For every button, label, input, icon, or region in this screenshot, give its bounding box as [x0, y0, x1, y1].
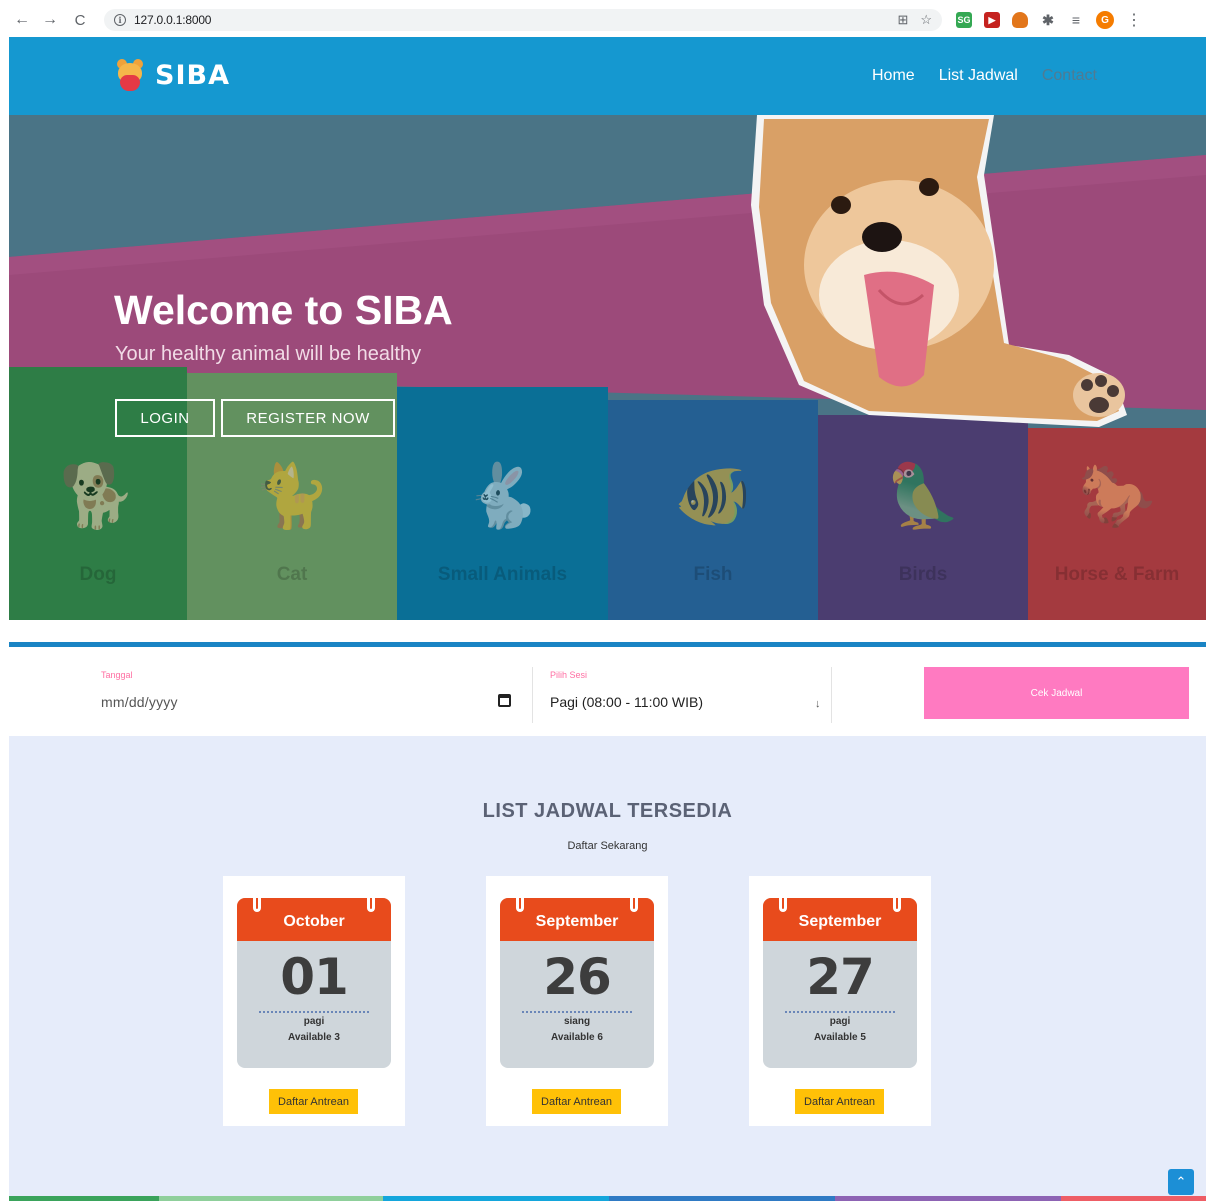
forward-icon[interactable]: → [38, 8, 62, 32]
shiba-dog-image [751, 115, 1127, 427]
date-input[interactable]: mm/dd/yyyy [101, 694, 178, 710]
calendar-available: Available 6 [551, 1032, 603, 1043]
extension-sg-icon[interactable]: SG [956, 12, 972, 28]
calendar-day: 26 [543, 948, 612, 1006]
footer-color-stripes [9, 1196, 1206, 1201]
profile-avatar[interactable]: G [1096, 11, 1114, 29]
schedule-search-form: Tanggal mm/dd/yyyy Pilih Sesi Pagi (08:0… [9, 647, 1206, 736]
url-text: 127.0.0.1:8000 [134, 13, 212, 27]
shiba-logo-icon [115, 59, 145, 91]
calendar-icon[interactable] [498, 694, 511, 707]
tanggal-label: Tanggal [101, 670, 133, 680]
site-header: SIBA Home List Jadwal Contact [9, 37, 1206, 115]
arrow-down-icon[interactable]: ↓ [815, 698, 821, 710]
footer-stripe [609, 1196, 835, 1201]
nav-contact[interactable]: Contact [1042, 67, 1097, 85]
kebab-menu-icon[interactable]: ⋮ [1126, 10, 1142, 30]
page-viewport: SIBA Home List Jadwal Contact 🐕 Dog 🐈 Cat 🐇 S… [9, 37, 1206, 1201]
footer-stripe [835, 1196, 1061, 1201]
address-bar[interactable]: i 127.0.0.1:8000 ⊞ ☆ [104, 9, 942, 31]
schedule-card: October 01 pagi Available 3 Daftar Antre… [223, 876, 405, 1126]
nav-home[interactable]: Home [872, 67, 915, 85]
playlist-icon[interactable]: ≡ [1068, 12, 1084, 28]
info-icon[interactable]: i [114, 14, 126, 26]
calendar-day: 27 [806, 948, 875, 1006]
translate-icon[interactable]: ⊞ [897, 12, 908, 28]
brand-name: SIBA [155, 59, 230, 91]
calendar-session: pagi [829, 1016, 851, 1027]
footer-stripe [159, 1196, 383, 1201]
calendar-icon: October 01 pagi Available 3 [237, 898, 391, 1068]
schedule-card: September 26 siang Available 6 Daftar An… [486, 876, 668, 1126]
field-divider [831, 667, 832, 723]
field-divider [532, 667, 533, 723]
main-nav: Home List Jadwal Contact [872, 67, 1097, 85]
back-icon[interactable]: ← [10, 8, 34, 32]
section-subtitle: Daftar Sekarang [567, 840, 648, 852]
schedule-card: September 27 pagi Available 5 Daftar Ant… [749, 876, 931, 1126]
nav-list-jadwal[interactable]: List Jadwal [939, 67, 1018, 85]
calendar-day: 01 [280, 948, 349, 1006]
calendar-icon: September 27 pagi Available 5 [763, 898, 917, 1068]
hero-subtitle: Your healthy animal will be healthy [115, 343, 422, 365]
brand[interactable]: SIBA [115, 59, 230, 91]
calendar-available: Available 3 [288, 1032, 340, 1043]
extension-badge: SG [957, 15, 971, 25]
hero: 🐕 Dog 🐈 Cat 🐇 Small Animals 🐠 Fish 🦜 Birds 🐎 Horse … [9, 115, 1206, 620]
schedule-section: LIST JADWAL TERSEDIA Daftar Sekarang Oct… [9, 736, 1206, 1201]
daftar-antrean-button[interactable]: Daftar Antrean [795, 1089, 884, 1114]
daftar-antrean-button[interactable]: Daftar Antrean [532, 1089, 621, 1114]
calendar-session: siang [563, 1016, 591, 1027]
section-title: LIST JADWAL TERSEDIA [482, 800, 733, 822]
cek-jadwal-button[interactable]: Cek Jadwal [924, 667, 1189, 719]
register-now-button[interactable]: REGISTER NOW [221, 399, 395, 437]
footer-stripe [383, 1196, 609, 1201]
calendar-session: pagi [303, 1016, 325, 1027]
sesi-select[interactable]: Pagi (08:00 - 11:00 WIB) [550, 694, 703, 710]
footer-stripe [1061, 1196, 1206, 1201]
login-button[interactable]: LOGIN [115, 399, 215, 437]
puzzle-icon[interactable]: ✱ [1040, 12, 1056, 28]
footer-stripe [9, 1196, 159, 1201]
hero-title: Welcome to SIBA [114, 287, 453, 333]
extension-video-icon[interactable]: ▶ [984, 12, 1000, 28]
scroll-to-top-icon[interactable]: ⌃ [1168, 1169, 1194, 1195]
browser-toolbar: ← → C i 127.0.0.1:8000 ⊞ ☆ SG ▶ ✱ ≡ G ⋮ [0, 0, 1206, 40]
daftar-antrean-button[interactable]: Daftar Antrean [269, 1089, 358, 1114]
extensions-tray: SG ▶ ✱ ≡ G ⋮ [956, 10, 1142, 30]
calendar-available: Available 5 [814, 1032, 866, 1043]
metamask-fox-icon[interactable] [1012, 12, 1028, 28]
reload-icon[interactable]: C [68, 8, 92, 32]
bookmark-star-icon[interactable]: ☆ [920, 12, 932, 28]
calendar-icon: September 26 siang Available 6 [500, 898, 654, 1068]
sesi-label: Pilih Sesi [550, 670, 588, 680]
